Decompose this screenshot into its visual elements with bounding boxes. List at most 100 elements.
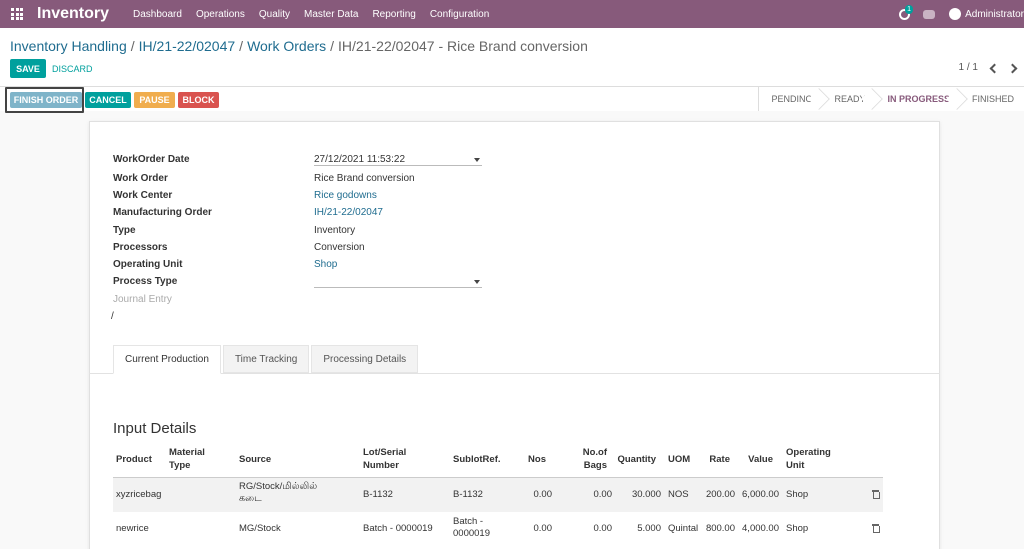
stage-pipeline: PENDING READY IN PROGRESS FINISHED	[758, 87, 1024, 111]
chevron-right-icon[interactable]	[1008, 63, 1018, 73]
col-uom[interactable]: UOM	[668, 453, 690, 466]
cell-nos: 0.00	[533, 489, 553, 500]
stage-pending[interactable]: PENDING	[759, 87, 822, 111]
cell-lot: B-1132	[363, 489, 393, 500]
menu-reporting[interactable]: Reporting	[372, 9, 415, 20]
table-row[interactable]: xyzricebag RG/Stock/மில்லில் கடை B-1132 …	[113, 478, 883, 512]
table-header: Product Material Type Source Lot/Serial …	[113, 445, 883, 478]
col-value[interactable]: Value	[733, 453, 773, 466]
notebook-tabs: Current Production Time Tracking Process…	[113, 345, 420, 374]
menu-operations[interactable]: Operations	[196, 9, 245, 20]
col-product[interactable]: Product	[116, 453, 152, 466]
col-rate[interactable]: Rate	[698, 453, 730, 466]
operating-unit-label: Operating Unit	[113, 259, 183, 270]
processors-value: Conversion	[314, 242, 365, 253]
breadcrumb-separator: /	[130, 38, 135, 54]
cell-sublot: Batch - 0000019	[453, 516, 490, 539]
chevron-down-icon	[474, 158, 480, 162]
col-nos[interactable]: Nos	[513, 453, 546, 466]
breadcrumb: Inventory Handling / IH/21-22/02047/Work O…	[10, 38, 588, 54]
workorder-date-field[interactable]: 27/12/2021 11:53:22	[314, 154, 482, 166]
operating-unit-link[interactable]: Shop	[314, 259, 337, 270]
activity-badge: 1	[905, 5, 913, 14]
cell-lot: Batch - 0000019	[363, 523, 433, 534]
manufacturing-order-link[interactable]: IH/21-22/02047	[314, 207, 383, 218]
cell-value: 6,000.00	[742, 489, 779, 500]
apps-menu-icon[interactable]	[3, 0, 31, 28]
breadcrumb-work-orders[interactable]: Work Orders	[247, 38, 326, 54]
cell-uom: Quintal	[668, 523, 699, 534]
breadcrumb-separator: /	[239, 38, 244, 54]
pager: 1 / 1	[959, 62, 1018, 73]
breadcrumb-inventory-handling[interactable]: Inventory Handling	[10, 38, 127, 54]
cell-bags: 0.00	[593, 489, 613, 500]
input-details-title: Input Details	[113, 420, 197, 437]
col-material-type[interactable]: Material Type	[169, 446, 219, 472]
col-source[interactable]: Source	[239, 453, 271, 466]
chevron-left-icon[interactable]	[988, 63, 998, 73]
col-lot-serial[interactable]: Lot/Serial Number	[363, 446, 423, 472]
stage-finished[interactable]: FINISHED	[960, 87, 1024, 111]
process-type-select[interactable]	[314, 276, 482, 288]
work-center-link[interactable]: Rice godowns	[314, 190, 377, 201]
col-quantity[interactable]: Quantity	[613, 453, 656, 466]
cell-uom: NOS	[668, 489, 689, 500]
finish-order-button[interactable]: FINISH ORDER	[10, 92, 82, 108]
menu-master-data[interactable]: Master Data	[304, 9, 358, 20]
statusbar: FINISH ORDER CANCEL PAUSE BLOCK PENDING …	[0, 86, 1024, 113]
cancel-button[interactable]: CANCEL	[85, 92, 131, 108]
work-center-label: Work Center	[113, 190, 173, 201]
cell-operating-unit: Shop	[786, 523, 809, 534]
cell-value: 4,000.00	[742, 523, 779, 534]
cell-bags: 0.00	[593, 523, 613, 534]
menu-dashboard[interactable]: Dashboard	[133, 9, 182, 20]
pager-value: 1 / 1	[958, 62, 978, 73]
menu-quality[interactable]: Quality	[259, 9, 290, 20]
breadcrumb-separator: /	[330, 38, 335, 54]
workorder-date-label: WorkOrder Date	[113, 154, 190, 165]
work-order-value: Rice Brand conversion	[314, 173, 415, 184]
user-menu[interactable]: Administrator	[949, 8, 1024, 20]
process-type-label: Process Type	[113, 276, 178, 287]
work-order-label: Work Order	[113, 173, 168, 184]
cell-sublot: B-1132	[453, 489, 483, 500]
slash-text: /	[111, 311, 114, 322]
type-label: Type	[113, 225, 136, 236]
user-name: Administrator	[965, 8, 1024, 20]
stage-in-progress[interactable]: IN PROGRESS	[875, 87, 960, 111]
workorder-date-value: 27/12/2021 11:53:22	[314, 154, 406, 165]
avatar	[949, 8, 962, 20]
app-title[interactable]: Inventory	[37, 5, 109, 23]
menu-configuration[interactable]: Configuration	[430, 9, 489, 20]
cell-operating-unit: Shop	[786, 489, 809, 500]
col-operating-unit[interactable]: Operating Unit	[786, 446, 836, 472]
main-menu: Dashboard Operations Quality Master Data…	[133, 9, 503, 20]
activity-clock-icon[interactable]: 1	[899, 5, 913, 21]
chat-icon[interactable]	[923, 9, 936, 19]
cell-rate: 200.00	[705, 489, 735, 500]
chevron-down-icon	[474, 280, 480, 284]
journal-entry-label: Journal Entry	[113, 294, 172, 305]
discard-button[interactable]: DISCARD	[52, 59, 93, 78]
breadcrumb-mo-reference[interactable]: IH/21-22/02047	[139, 38, 236, 54]
table-row[interactable]: newrice MG/Stock Batch - 0000019 Batch -…	[113, 512, 883, 546]
pause-button[interactable]: PAUSE	[134, 92, 175, 108]
cell-quantity: 30.000	[631, 489, 661, 500]
type-value: Inventory	[314, 225, 356, 236]
trash-icon[interactable]	[872, 490, 880, 499]
tab-current-production[interactable]: Current Production	[113, 345, 221, 374]
cell-source: MG/Stock	[239, 523, 281, 534]
save-button[interactable]: SAVE	[10, 59, 46, 78]
cell-source: RG/Stock/மில்லில் கடை	[239, 481, 318, 504]
cell-product: newrice	[116, 523, 149, 534]
cell-nos: 0.00	[533, 523, 553, 534]
tab-processing-details[interactable]: Processing Details	[311, 345, 419, 373]
cell-quantity: 5.000	[637, 523, 661, 534]
col-sublot[interactable]: SublotRef.	[453, 453, 501, 466]
tab-time-tracking[interactable]: Time Tracking	[222, 345, 310, 373]
stage-ready[interactable]: READY	[822, 87, 875, 111]
trash-icon[interactable]	[872, 524, 880, 533]
block-button[interactable]: BLOCK	[178, 92, 219, 108]
col-bags[interactable]: No.of Bags	[573, 446, 607, 472]
cell-rate: 800.00	[705, 523, 735, 534]
